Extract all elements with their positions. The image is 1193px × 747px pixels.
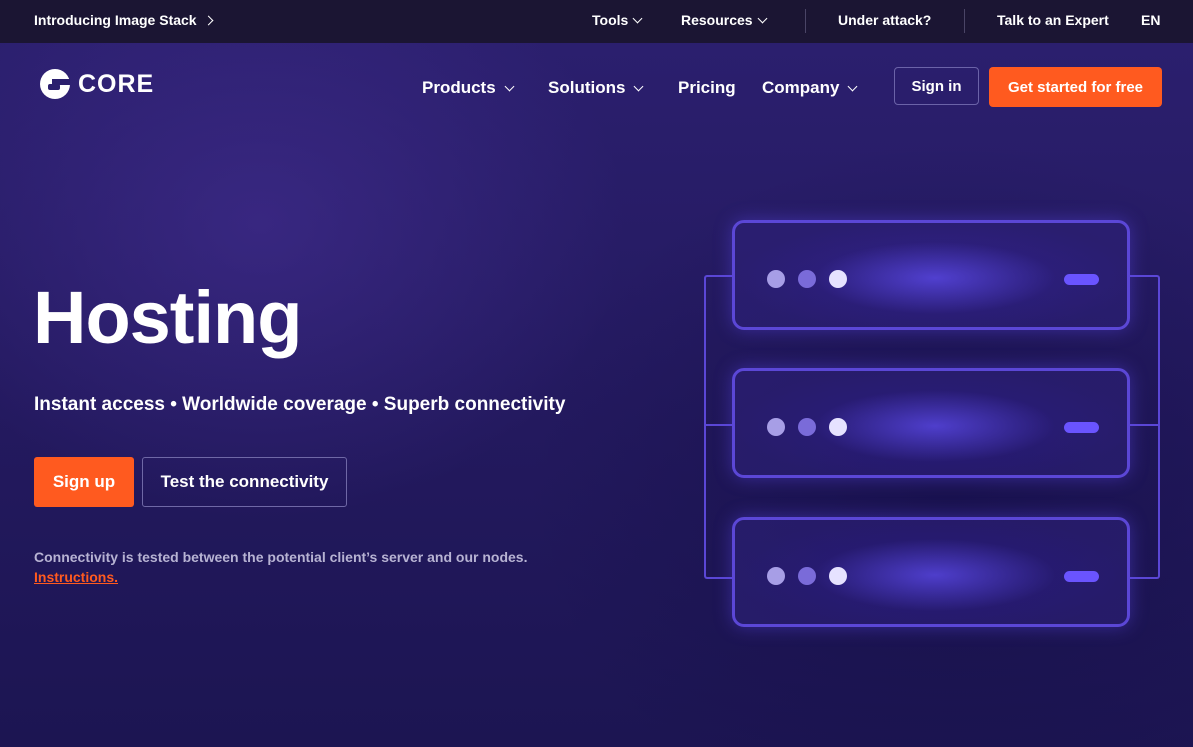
divider [805,9,806,33]
logo-mark-icon [40,69,70,99]
instructions-link[interactable]: Instructions. [34,569,118,585]
promo-link[interactable]: Introducing Image Stack [34,12,214,28]
status-light-icon [829,270,847,288]
logo-text: CORE [78,69,155,98]
test-connectivity-button[interactable]: Test the connectivity [142,457,347,507]
status-light-icon [767,270,785,288]
status-light-icon [767,567,785,585]
nav-solutions-label: Solutions [548,78,626,97]
language-selector[interactable]: EN [1141,12,1160,28]
chevron-down-icon [848,81,858,91]
chevron-down-icon [757,13,768,23]
server-rack-illustration [700,218,1170,638]
chevron-down-icon [634,81,644,91]
nav-products-label: Products [422,78,496,97]
nav-pricing-label: Pricing [678,78,736,97]
server-unit [732,517,1130,627]
top-announcement-bar: Introducing Image Stack Tools Resources … [0,0,1193,43]
logo[interactable]: CORE [40,69,154,99]
tools-label: Tools [592,12,629,28]
hero-section: CORE Products Solutions Pricing Company … [0,43,1193,747]
status-light-icon [767,418,785,436]
promo-label: Introducing Image Stack [34,12,197,28]
activity-led-icon [1064,274,1099,285]
rack-rail-right [1130,275,1160,579]
rack-connector [1130,424,1158,426]
resources-menu[interactable]: Resources [681,12,768,28]
nav-products[interactable]: Products [422,78,515,98]
sign-up-button[interactable]: Sign up [34,457,134,507]
resources-label: Resources [681,12,753,28]
get-started-button[interactable]: Get started for free [989,67,1162,107]
status-light-icon [798,567,816,585]
sign-in-button[interactable]: Sign in [894,67,979,105]
server-unit [732,368,1130,478]
chevron-down-icon [504,81,515,91]
status-light-icon [798,270,816,288]
status-light-icon [829,418,847,436]
connectivity-note: Connectivity is tested between the poten… [34,549,528,565]
hero-subtitle: Instant access • Worldwide coverage • Su… [34,394,566,415]
activity-led-icon [1064,571,1099,582]
nav-company-label: Company [762,78,840,97]
tools-menu[interactable]: Tools [592,12,643,28]
nav-company[interactable]: Company [762,78,858,98]
under-attack-label: Under attack? [838,12,932,28]
talk-expert-link[interactable]: Talk to an Expert [997,12,1109,28]
chevron-right-icon [203,15,214,25]
nav-pricing[interactable]: Pricing [678,78,736,98]
chevron-down-icon [632,13,643,23]
status-light-icon [829,567,847,585]
divider [964,9,965,33]
language-label: EN [1141,12,1161,28]
status-light-icon [798,418,816,436]
under-attack-link[interactable]: Under attack? [838,12,931,28]
rack-connector [704,424,732,426]
activity-led-icon [1064,422,1099,433]
nav-solutions[interactable]: Solutions [548,78,644,98]
page-title: Hosting [33,276,302,359]
server-unit [732,220,1130,330]
talk-expert-label: Talk to an Expert [997,12,1109,28]
rack-rail-left [704,275,734,579]
